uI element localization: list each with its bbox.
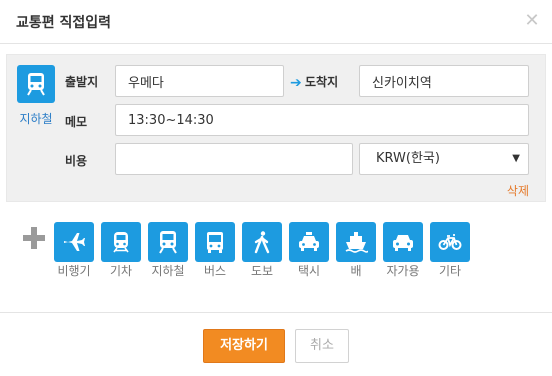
arrival-input[interactable]: [359, 65, 529, 97]
cost-input[interactable]: [115, 143, 353, 175]
save-button[interactable]: 저장하기: [203, 329, 285, 363]
transport-dialog: 교통편 직접입력 ✕ 지하철 출발지 ➔ 도착지 메모 비용 KRW(한국) ▼…: [0, 0, 552, 376]
close-icon[interactable]: ✕: [522, 11, 542, 31]
transport-bus-button[interactable]: [195, 222, 235, 262]
memo-label: 메모: [65, 115, 88, 129]
airplane-icon: [64, 233, 85, 251]
transport-subway-button[interactable]: [148, 222, 188, 262]
plus-icon[interactable]: [23, 227, 45, 249]
delete-link[interactable]: 삭제: [507, 182, 529, 199]
departure-input[interactable]: [115, 65, 284, 97]
dropdown-caret-icon: ▼: [512, 153, 520, 164]
dialog-header: 교통편 직접입력 ✕: [0, 0, 552, 44]
transport-taxi-button[interactable]: [289, 222, 329, 262]
transport-airplane-button[interactable]: [54, 222, 94, 262]
currency-value: KRW(한국): [376, 151, 440, 166]
taxi-icon: [299, 232, 319, 251]
transport-train-button[interactable]: [101, 222, 141, 262]
train-icon: [113, 232, 129, 253]
currency-select[interactable]: KRW(한국) ▼: [359, 143, 529, 175]
subway-icon[interactable]: [17, 65, 55, 103]
ship-icon: [345, 232, 368, 253]
transport-car-button[interactable]: [383, 222, 423, 262]
arrival-label: 도착지: [305, 75, 339, 89]
cost-label: 비용: [65, 154, 88, 168]
transport-other-button[interactable]: [430, 222, 470, 262]
transport-walk-button[interactable]: [242, 222, 282, 262]
transport-entry-panel: 지하철 출발지 ➔ 도착지 메모 비용 KRW(한국) ▼ 삭제: [6, 54, 546, 202]
departure-label: 출발지: [65, 75, 99, 89]
memo-input[interactable]: [115, 104, 529, 136]
dialog-title: 교통편 직접입력: [16, 15, 112, 31]
mode-label: 지하철: [19, 112, 53, 126]
subway-icon: [159, 231, 177, 254]
transport-label: 기타: [438, 264, 462, 278]
footer-divider: [0, 312, 552, 313]
walk-icon: [254, 231, 270, 254]
arrow-right-icon: ➔: [290, 75, 302, 91]
bicycle-icon: [438, 234, 462, 250]
bus-icon: [207, 232, 223, 253]
car-icon: [393, 235, 413, 251]
cancel-button[interactable]: 취소: [295, 329, 349, 363]
transport-ship-button[interactable]: [336, 222, 376, 262]
